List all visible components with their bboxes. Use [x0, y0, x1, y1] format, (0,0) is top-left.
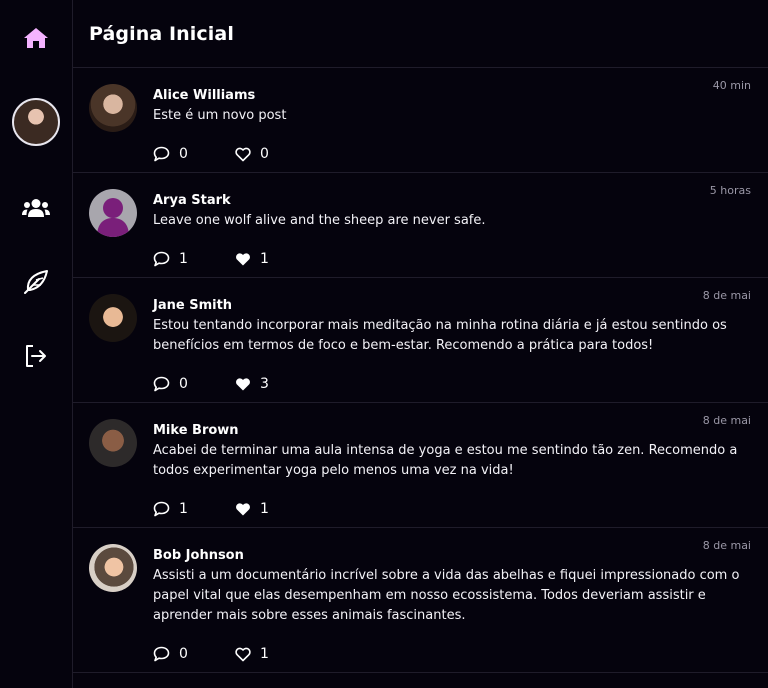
post-actions: 0 1: [153, 643, 750, 665]
post-author-name[interactable]: Bob Johnson: [153, 547, 750, 565]
post-text: Assisti a um documentário incrível sobre…: [153, 568, 740, 623]
post-actions: 1 1: [153, 248, 750, 270]
heart-filled-icon: [236, 252, 250, 265]
logout-icon: [26, 345, 46, 367]
users-icon: [22, 199, 50, 217]
heart-outline-icon: [235, 147, 251, 161]
post-item[interactable]: 5 horas Arya Stark Leave one wolf alive …: [73, 173, 768, 278]
post-actions: 0 3: [153, 373, 750, 395]
nav-home-button[interactable]: [0, 22, 72, 54]
post-timestamp: 8 de mai: [702, 539, 751, 552]
page-title: Página Inicial: [89, 22, 234, 45]
post-text: Este é um novo post: [153, 108, 287, 123]
post-timestamp: 8 de mai: [702, 289, 751, 302]
comment-button[interactable]: 0: [153, 376, 235, 392]
comment-button[interactable]: 1: [153, 251, 235, 267]
like-count: 3: [260, 376, 269, 392]
heart-filled-icon: [236, 502, 250, 515]
post-author-name[interactable]: Alice Williams: [153, 87, 750, 105]
post-author-name[interactable]: Jane Smith: [153, 297, 750, 315]
author-avatar[interactable]: [89, 419, 137, 467]
default-avatar-icon: [97, 198, 129, 237]
sidebar: [0, 0, 73, 688]
nav-friends-button[interactable]: [0, 192, 72, 224]
post-text: Acabei de terminar uma aula intensa de y…: [153, 443, 738, 478]
post-timestamp: 8 de mai: [702, 414, 751, 427]
like-count: 0: [260, 146, 269, 162]
author-avatar[interactable]: [89, 294, 137, 342]
main-feed: Página Inicial 40 min Alice Williams Est…: [73, 0, 768, 688]
app: Página Inicial 40 min Alice Williams Est…: [0, 0, 768, 688]
comment-icon: [153, 376, 170, 392]
like-button[interactable]: 3: [235, 376, 269, 392]
comment-icon: [153, 501, 170, 517]
like-button[interactable]: 1: [235, 646, 269, 662]
post-author-name[interactable]: Mike Brown: [153, 422, 750, 440]
nav-write-button[interactable]: [0, 264, 72, 300]
post-item[interactable]: 8 de mai Jane Smith Estou tentando incor…: [73, 278, 768, 403]
comment-icon: [153, 646, 170, 662]
nav-logout-button[interactable]: [0, 338, 72, 374]
comment-count: 1: [179, 501, 188, 517]
like-button[interactable]: 0: [235, 146, 269, 162]
post-actions: 0 0: [153, 143, 750, 165]
comment-count: 1: [179, 251, 188, 267]
comment-button[interactable]: 1: [153, 501, 235, 517]
post-item[interactable]: 8 de mai Bob Johnson Assisti a um docume…: [73, 528, 768, 673]
comment-count: 0: [179, 646, 188, 662]
post-actions: 1 1: [153, 498, 750, 520]
like-count: 1: [260, 646, 269, 662]
comment-count: 0: [179, 146, 188, 162]
post-author-name[interactable]: Arya Stark: [153, 192, 750, 210]
comment-icon: [153, 146, 170, 162]
comment-button[interactable]: 0: [153, 146, 235, 162]
like-button[interactable]: 1: [235, 251, 269, 267]
post-item[interactable]: 40 min Alice Williams Este é um novo pos…: [73, 68, 768, 173]
post-text: Estou tentando incorporar mais meditação…: [153, 318, 727, 353]
like-count: 1: [260, 501, 269, 517]
home-icon: [24, 28, 48, 48]
heart-outline-icon: [235, 647, 251, 661]
author-avatar[interactable]: [89, 84, 137, 132]
post-timestamp: 40 min: [712, 79, 751, 92]
like-count: 1: [260, 251, 269, 267]
author-avatar[interactable]: [89, 544, 137, 592]
profile-avatar: [12, 98, 60, 146]
page-header: Página Inicial: [73, 0, 768, 68]
post-timestamp: 5 horas: [709, 184, 751, 197]
post-item[interactable]: 8 de mai Mike Brown Acabei de terminar u…: [73, 403, 768, 528]
comment-button[interactable]: 0: [153, 646, 235, 662]
feather-icon: [24, 270, 48, 294]
post-text: Leave one wolf alive and the sheep are n…: [153, 213, 486, 228]
comment-count: 0: [179, 376, 188, 392]
heart-filled-icon: [236, 377, 250, 390]
nav-profile-button[interactable]: [0, 97, 72, 147]
comment-icon: [153, 251, 170, 267]
author-avatar[interactable]: [89, 189, 137, 237]
like-button[interactable]: 1: [235, 501, 269, 517]
